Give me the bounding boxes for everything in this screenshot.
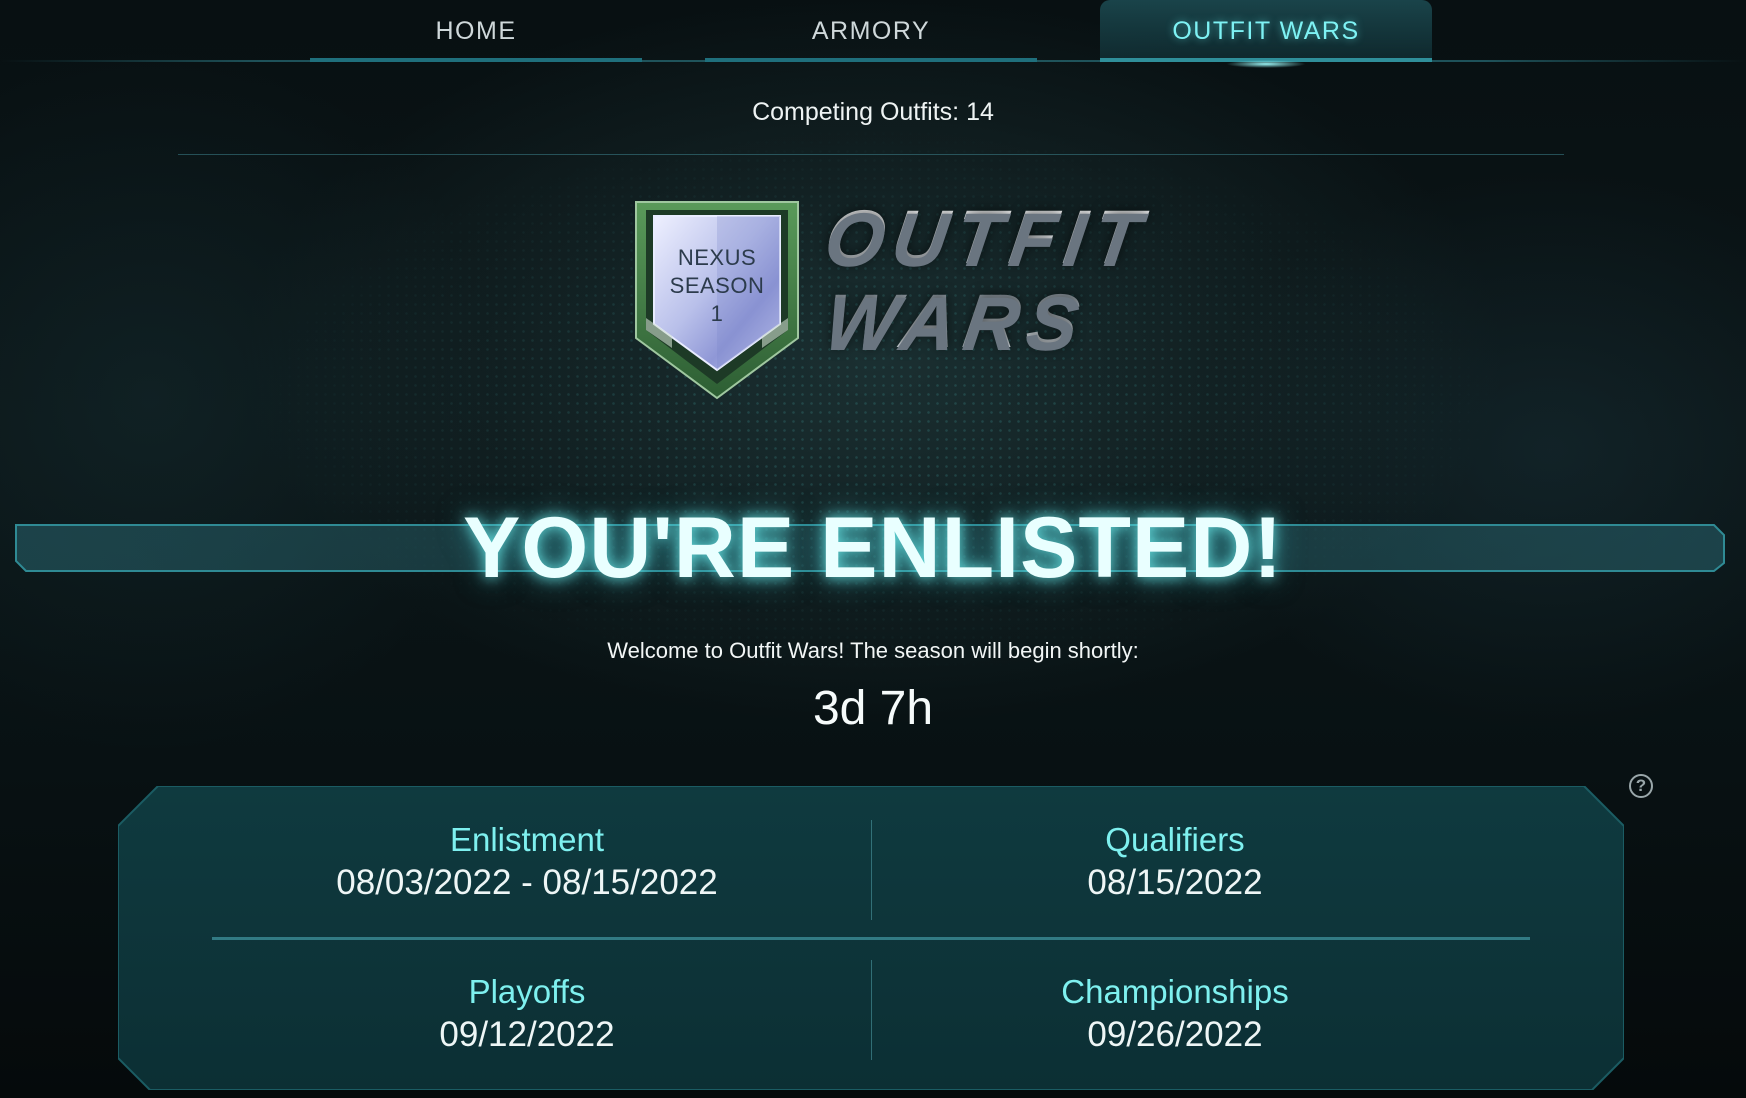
enlistment-label: Enlistment [449,821,605,858]
playoffs-label: Playoffs [468,973,586,1010]
qualifiers-date: 08/15/2022 [1087,863,1263,902]
schedule-enlistment: Enlistment 08/03/2022 - 08/15/2022 [167,820,887,906]
schedule-divider-horizontal [212,937,1530,940]
tab-home-label: HOME [435,16,517,45]
badge-line-3: 1 [710,301,724,326]
enlisted-headline: YOU'RE ENLISTED! [462,500,1284,596]
competing-outfits-count: Competing Outfits: 14 [752,98,994,126]
badge-line-1: NEXUS [677,245,757,270]
badge-line-2: SEASON [669,273,765,298]
season-badge-text: NEXUS SEASON 1 [632,244,802,328]
enlistment-dates: 08/03/2022 - 08/15/2022 [336,863,718,902]
tab-outfit-wars-label: OUTFIT WARS [1172,16,1360,45]
championships-date: 09/26/2022 [1087,1015,1263,1054]
outfit-wars-logo: OUTFIT WARS [808,195,1155,364]
schedule-playoffs: Playoffs 09/12/2022 [167,972,887,1058]
tab-armory[interactable]: ARMORY [705,0,1037,62]
welcome-message: Welcome to Outfit Wars! The season will … [607,638,1139,663]
outfit-wars-screen: HOME ARMORY OUTFIT WARS Competing Outfit… [0,0,1746,1098]
tab-armory-underline [705,58,1037,62]
logo-word-wars: WARS [820,279,1093,364]
playoffs-date: 09/12/2022 [439,1015,615,1054]
tab-armory-label: ARMORY [811,16,931,45]
schedule-qualifiers: Qualifiers 08/15/2022 [815,820,1535,906]
tab-active-glow [1226,60,1306,68]
championships-label: Championships [1061,973,1289,1010]
season-countdown: 3d 7h [812,682,934,735]
schedule-panel: Enlistment 08/03/2022 - 08/15/2022 Quali… [118,786,1624,1090]
schedule-championships: Championships 09/26/2022 [815,972,1535,1058]
qualifiers-label: Qualifiers [1105,821,1245,858]
tab-outfit-wars[interactable]: OUTFIT WARS [1100,0,1432,68]
help-icon[interactable]: ? [1629,774,1653,798]
logo-word-outfit: OUTFIT [820,195,1155,280]
tab-home[interactable]: HOME [310,0,642,62]
top-nav: HOME ARMORY OUTFIT WARS [0,0,1746,68]
tab-home-underline [310,58,642,62]
header-divider [178,154,1564,155]
